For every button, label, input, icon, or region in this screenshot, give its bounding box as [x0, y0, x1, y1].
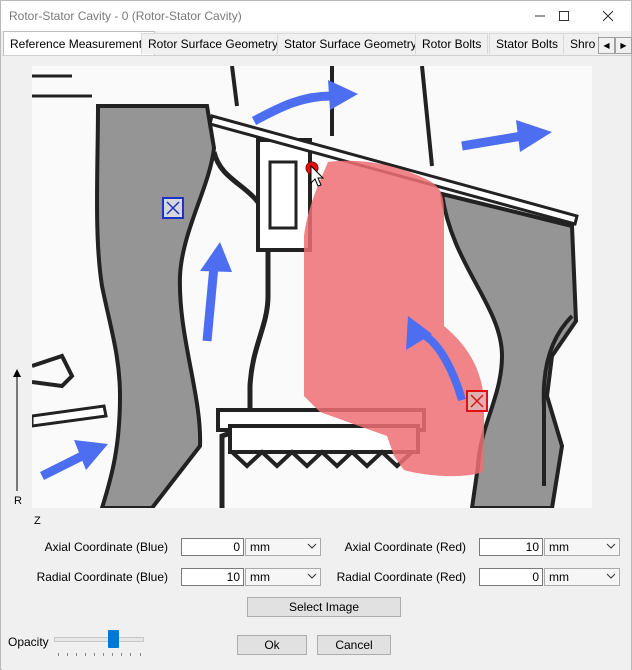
axial-blue-unit: mm [250, 540, 270, 554]
axial-red-unit-select[interactable]: mm [544, 538, 620, 556]
tab-scroll-left-button[interactable]: ◀ [598, 37, 615, 54]
select-image-button[interactable]: Select Image [247, 597, 401, 617]
chevron-down-icon [606, 543, 616, 549]
tab-rotor-bolts[interactable]: Rotor Bolts [415, 33, 489, 54]
radial-red-label: Radial Coordinate (Red) [336, 570, 466, 584]
opacity-slider-track[interactable] [54, 637, 144, 642]
maximize-icon [559, 11, 569, 21]
tab-scroll-buttons: ◀ ▶ [598, 37, 632, 54]
r-axis-arrow-icon [13, 369, 21, 491]
axial-red-unit: mm [549, 540, 569, 554]
radial-blue-unit-select[interactable]: mm [245, 568, 321, 586]
radial-red-unit: mm [549, 570, 569, 584]
axial-red-label: Axial Coordinate (Red) [344, 540, 466, 554]
chevron-down-icon [307, 573, 317, 579]
tab-reference-measurements[interactable]: Reference Measurements [3, 31, 156, 56]
radial-blue-unit: mm [250, 570, 270, 584]
axial-blue-unit-select[interactable]: mm [245, 538, 321, 556]
tab-strip: Reference Measurements Rotor Surface Geo… [1, 31, 631, 56]
opacity-slider-thumb[interactable] [108, 630, 119, 648]
title-bar[interactable]: Rotor-Stator Cavity - 0 (Rotor-Stator Ca… [1, 1, 631, 31]
axial-blue-input[interactable]: 0 [181, 538, 244, 556]
radial-blue-label: Radial Coordinate (Blue) [36, 570, 168, 584]
cancel-button[interactable]: Cancel [317, 635, 391, 655]
tab-stator-surface-geometry[interactable]: Stator Surface Geometry [277, 33, 424, 54]
z-axis-label: Z [34, 515, 41, 527]
ok-button[interactable]: Ok [237, 635, 307, 655]
window-title: Rotor-Stator Cavity - 0 (Rotor-Stator Ca… [9, 9, 242, 23]
blue-marker-icon [162, 197, 184, 219]
radial-red-input[interactable]: 0 [479, 568, 543, 586]
r-axis-label: R [14, 495, 22, 507]
maximize-button[interactable] [541, 1, 587, 31]
tab-stator-bolts[interactable]: Stator Bolts [489, 33, 566, 54]
tab-rotor-surface-geometry[interactable]: Rotor Surface Geometry [141, 33, 286, 54]
tab-shroud[interactable]: Shro [563, 33, 599, 54]
axial-blue-label: Axial Coordinate (Blue) [44, 540, 168, 554]
cavity-drawing [32, 66, 592, 508]
chevron-down-icon [606, 573, 616, 579]
red-marker-icon [466, 390, 488, 412]
reference-image[interactable] [32, 66, 592, 508]
opacity-label: Opacity [8, 635, 49, 649]
opacity-slider-ticks [58, 653, 142, 657]
radial-blue-input[interactable]: 10 [181, 568, 244, 586]
axial-red-input[interactable]: 10 [479, 538, 543, 556]
close-icon [603, 11, 613, 21]
chevron-down-icon [307, 543, 317, 549]
tab-scroll-right-button[interactable]: ▶ [615, 37, 632, 54]
radial-red-unit-select[interactable]: mm [544, 568, 620, 586]
close-button[interactable] [585, 1, 631, 31]
